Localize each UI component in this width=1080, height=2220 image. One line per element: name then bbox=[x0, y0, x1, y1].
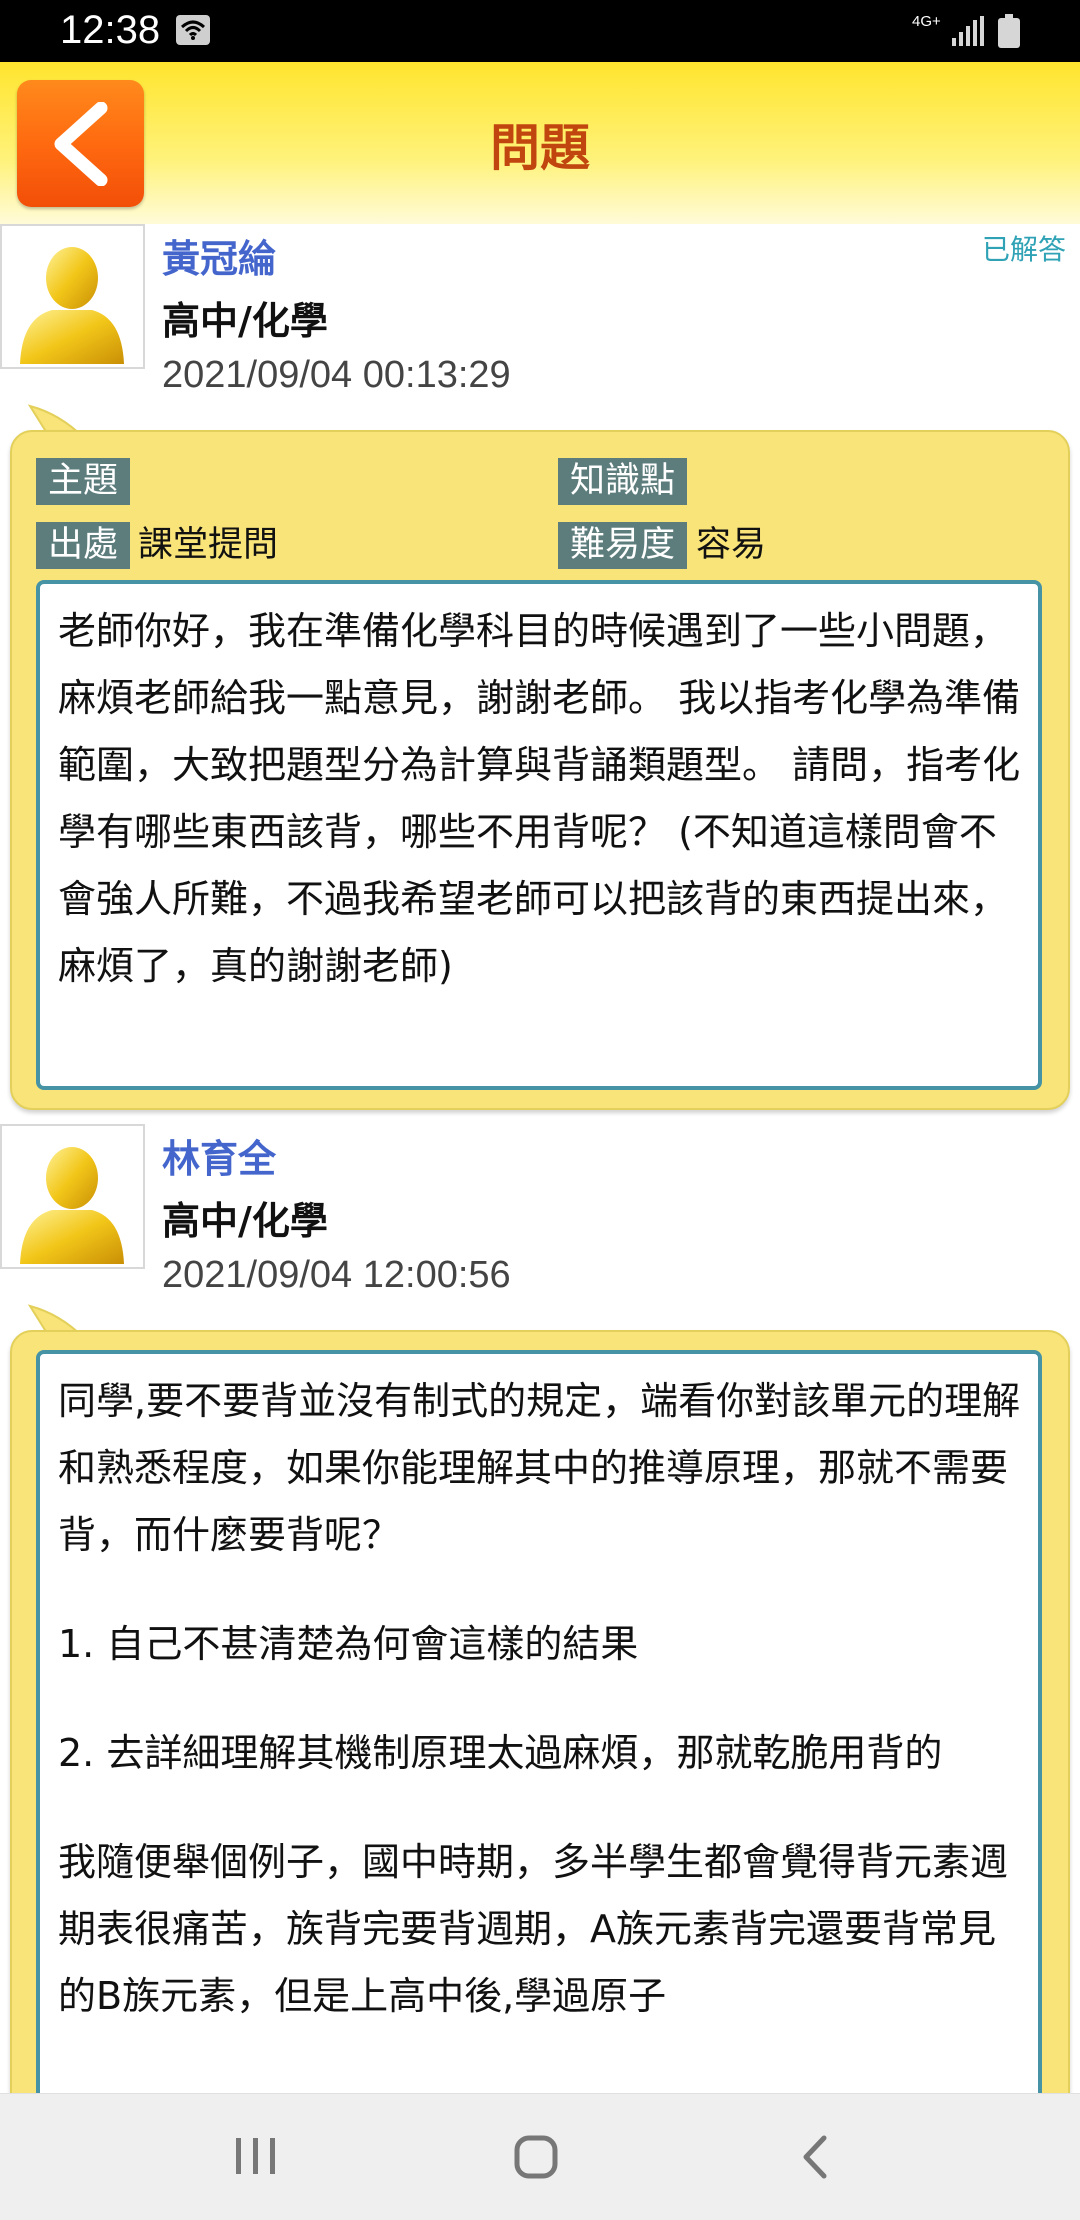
network-type-label: 4G+ bbox=[912, 13, 941, 30]
answer-author[interactable]: 林育全 bbox=[162, 1128, 276, 1183]
back-icon[interactable] bbox=[800, 2134, 830, 2180]
status-time: 12:38 bbox=[60, 8, 161, 52]
topic-tag: 主題 bbox=[36, 458, 131, 505]
system-nav-bar bbox=[0, 2093, 1080, 2220]
answer-paragraph: 2. 去詳細理解其機制原理太過麻煩，那就乾脆用背的 bbox=[58, 1731, 943, 1775]
answer-timestamp: 2021/09/04 12:00:56 bbox=[162, 1254, 511, 1296]
wifi-icon bbox=[176, 15, 210, 45]
answer-avatar bbox=[0, 1124, 145, 1269]
question-author[interactable]: 黃冠綸 bbox=[162, 228, 276, 283]
home-icon[interactable] bbox=[513, 2134, 559, 2180]
knowledge-tag: 知識點 bbox=[558, 458, 688, 505]
answer-subject: 高中/化學 bbox=[162, 1199, 328, 1243]
status-badge: 已解答 bbox=[981, 233, 1066, 266]
question-content: 老師你好，我在準備化學科目的時候遇到了一些小問題，麻煩老師給我一點意見，謝謝老師… bbox=[36, 580, 1042, 1090]
answer-paragraph: 我隨便舉個例子，國中時期，多半學生都會覺得背元素週期表很痛苦，族背完要背週期，A… bbox=[58, 1840, 1009, 2018]
user-avatar-icon bbox=[20, 247, 124, 364]
question-timestamp: 2021/09/04 00:13:29 bbox=[162, 354, 511, 396]
battery-icon bbox=[998, 14, 1020, 48]
answer-paragraph: 同學,要不要背並沒有制式的規定，端看你對該單元的理解和熟悉程度，如果你能理解其中… bbox=[58, 1379, 1021, 1557]
user-avatar-icon bbox=[20, 1147, 124, 1264]
answer-bubble: 同學,要不要背並沒有制式的規定，端看你對該單元的理解和熟悉程度，如果你能理解其中… bbox=[10, 1330, 1070, 2140]
difficulty-value: 容易 bbox=[696, 525, 767, 565]
answer-content: 同學,要不要背並沒有制式的規定，端看你對該單元的理解和熟悉程度，如果你能理解其中… bbox=[36, 1350, 1042, 2140]
question-subject: 高中/化學 bbox=[162, 299, 328, 343]
source-tag: 出處 bbox=[36, 522, 131, 569]
source-value: 課堂提問 bbox=[138, 525, 279, 565]
question-body: 老師你好，我在準備化學科目的時候遇到了一些小問題，麻煩老師給我一點意見，謝謝老師… bbox=[58, 609, 1021, 988]
answer-paragraph: 1. 自己不甚清楚為何會這樣的結果 bbox=[58, 1622, 639, 1666]
signal-icon bbox=[952, 16, 984, 46]
difficulty-tag: 難易度 bbox=[558, 522, 688, 569]
question-avatar bbox=[0, 224, 145, 369]
header-bar: 問題 bbox=[0, 62, 1080, 224]
status-bar: 12:38 4G+ bbox=[0, 0, 1080, 62]
page-title: 問題 bbox=[490, 119, 590, 177]
question-bubble: 主題 知識點 出處 課堂提問 難易度 容易 老師你好，我在準備化學科目的時候遇到… bbox=[10, 430, 1070, 1110]
recent-apps-icon[interactable] bbox=[234, 2136, 278, 2176]
